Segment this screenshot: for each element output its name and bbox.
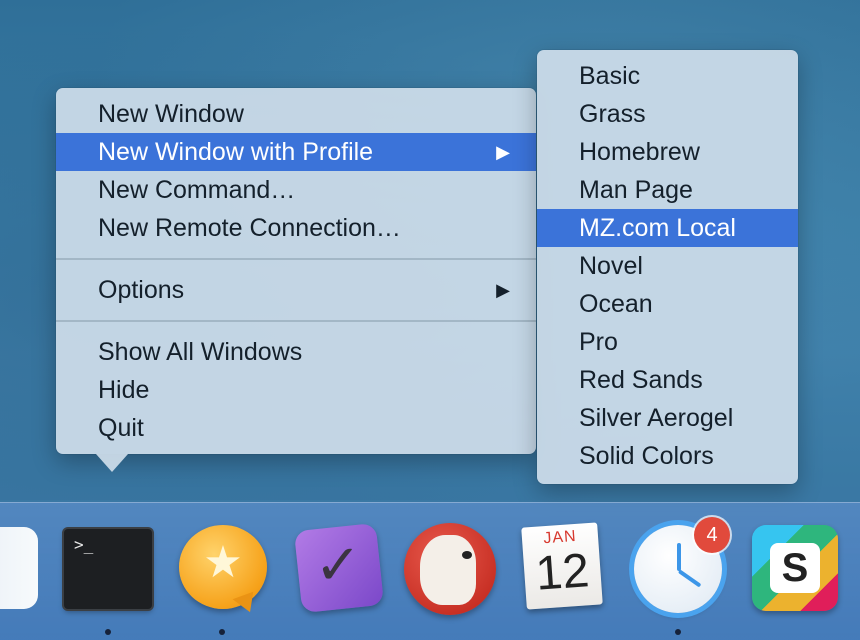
menu-item-quit[interactable]: Quit [56, 409, 536, 447]
menu-item-label: New Command… [98, 176, 296, 204]
menu-separator [56, 309, 536, 333]
slack-icon: S [752, 525, 838, 611]
finder-icon [0, 527, 38, 609]
terminal-icon: >_ [64, 529, 152, 609]
profile-item-label: MZ.com Local [579, 214, 736, 242]
submenu-arrow-icon: ▶ [496, 280, 510, 300]
menu-item-label: Quit [98, 414, 144, 442]
bear-head-shape [420, 535, 476, 605]
menu-item-label: Show All Windows [98, 338, 303, 366]
profile-item-label: Grass [579, 100, 646, 128]
dock-omnifocus[interactable]: ✓ [290, 521, 386, 617]
profile-item-label: Man Page [579, 176, 693, 204]
calendar-icon: JAN 12 [521, 522, 603, 610]
profile-item-label: Homebrew [579, 138, 700, 166]
menu-item-hide[interactable]: Hide [56, 371, 536, 409]
profile-item-label: Pro [579, 328, 618, 356]
profile-item-man-page[interactable]: Man Page [537, 171, 798, 209]
star-icon: ★ [203, 538, 243, 587]
notification-badge: 4 [694, 517, 730, 553]
slack-letter: S [770, 543, 820, 593]
profile-item-novel[interactable]: Novel [537, 247, 798, 285]
profile-item-label: Ocean [579, 290, 653, 318]
profile-item-solid-colors[interactable]: Solid Colors [537, 437, 798, 475]
dock-terminal[interactable]: >_ [60, 521, 156, 617]
menu-pointer [96, 454, 128, 472]
terminal-dock-menu: New Window New Window with Profile ▶ New… [56, 88, 536, 472]
checkmark-icon: ✓ [314, 533, 362, 596]
menu-item-options[interactable]: Options ▶ [56, 271, 536, 309]
profile-item-label: Solid Colors [579, 442, 714, 470]
menu-item-label: New Remote Connection… [98, 214, 401, 242]
dock-calendar[interactable]: JAN 12 [514, 521, 610, 617]
clock-hand-hour [677, 543, 681, 571]
profile-item-homebrew[interactable]: Homebrew [537, 133, 798, 171]
menu-item-label: New Window [98, 100, 244, 128]
dock-finder[interactable] [0, 521, 56, 617]
running-indicator-reeder [219, 629, 225, 635]
dock-bear[interactable] [402, 521, 498, 617]
profile-item-silver-aerogel[interactable]: Silver Aerogel [537, 399, 798, 437]
menu-item-new-window-with-profile[interactable]: New Window with Profile ▶ [56, 133, 536, 171]
dock-slack[interactable]: S [748, 521, 844, 617]
menu-separator [56, 247, 536, 271]
profile-item-pro[interactable]: Pro [537, 323, 798, 361]
profile-item-grass[interactable]: Grass [537, 95, 798, 133]
profile-item-ocean[interactable]: Ocean [537, 285, 798, 323]
running-indicator-airmail [675, 629, 681, 635]
profile-submenu: Basic Grass Homebrew Man Page MZ.com Loc… [537, 50, 798, 484]
profile-item-label: Novel [579, 252, 643, 280]
dock: >_ ★ ✓ JAN 12 4 S [0, 502, 860, 640]
menu-item-label: Hide [98, 376, 150, 404]
profile-item-label: Basic [579, 62, 641, 90]
menu-item-label: New Window with Profile [98, 138, 374, 166]
profile-item-label: Red Sands [579, 366, 703, 394]
profile-item-label: Silver Aerogel [579, 404, 734, 432]
dock-reeder[interactable]: ★ [175, 521, 271, 617]
menu-item-new-remote-connection[interactable]: New Remote Connection… [56, 209, 536, 247]
dock-airmail[interactable]: 4 [632, 517, 730, 617]
calendar-day: 12 [533, 544, 591, 601]
terminal-prompt-glyph: >_ [74, 535, 94, 554]
menu-item-new-window[interactable]: New Window [56, 95, 536, 133]
profile-item-red-sands[interactable]: Red Sands [537, 361, 798, 399]
profile-item-mz-com-local[interactable]: MZ.com Local [537, 209, 798, 247]
profile-item-basic[interactable]: Basic [537, 57, 798, 95]
submenu-arrow-icon: ▶ [496, 142, 510, 162]
bear-nose-shape [462, 551, 472, 559]
menu-item-new-command[interactable]: New Command… [56, 171, 536, 209]
menu-item-show-all-windows[interactable]: Show All Windows [56, 333, 536, 371]
running-indicator-terminal [105, 629, 111, 635]
menu-item-label: Options [98, 276, 185, 304]
